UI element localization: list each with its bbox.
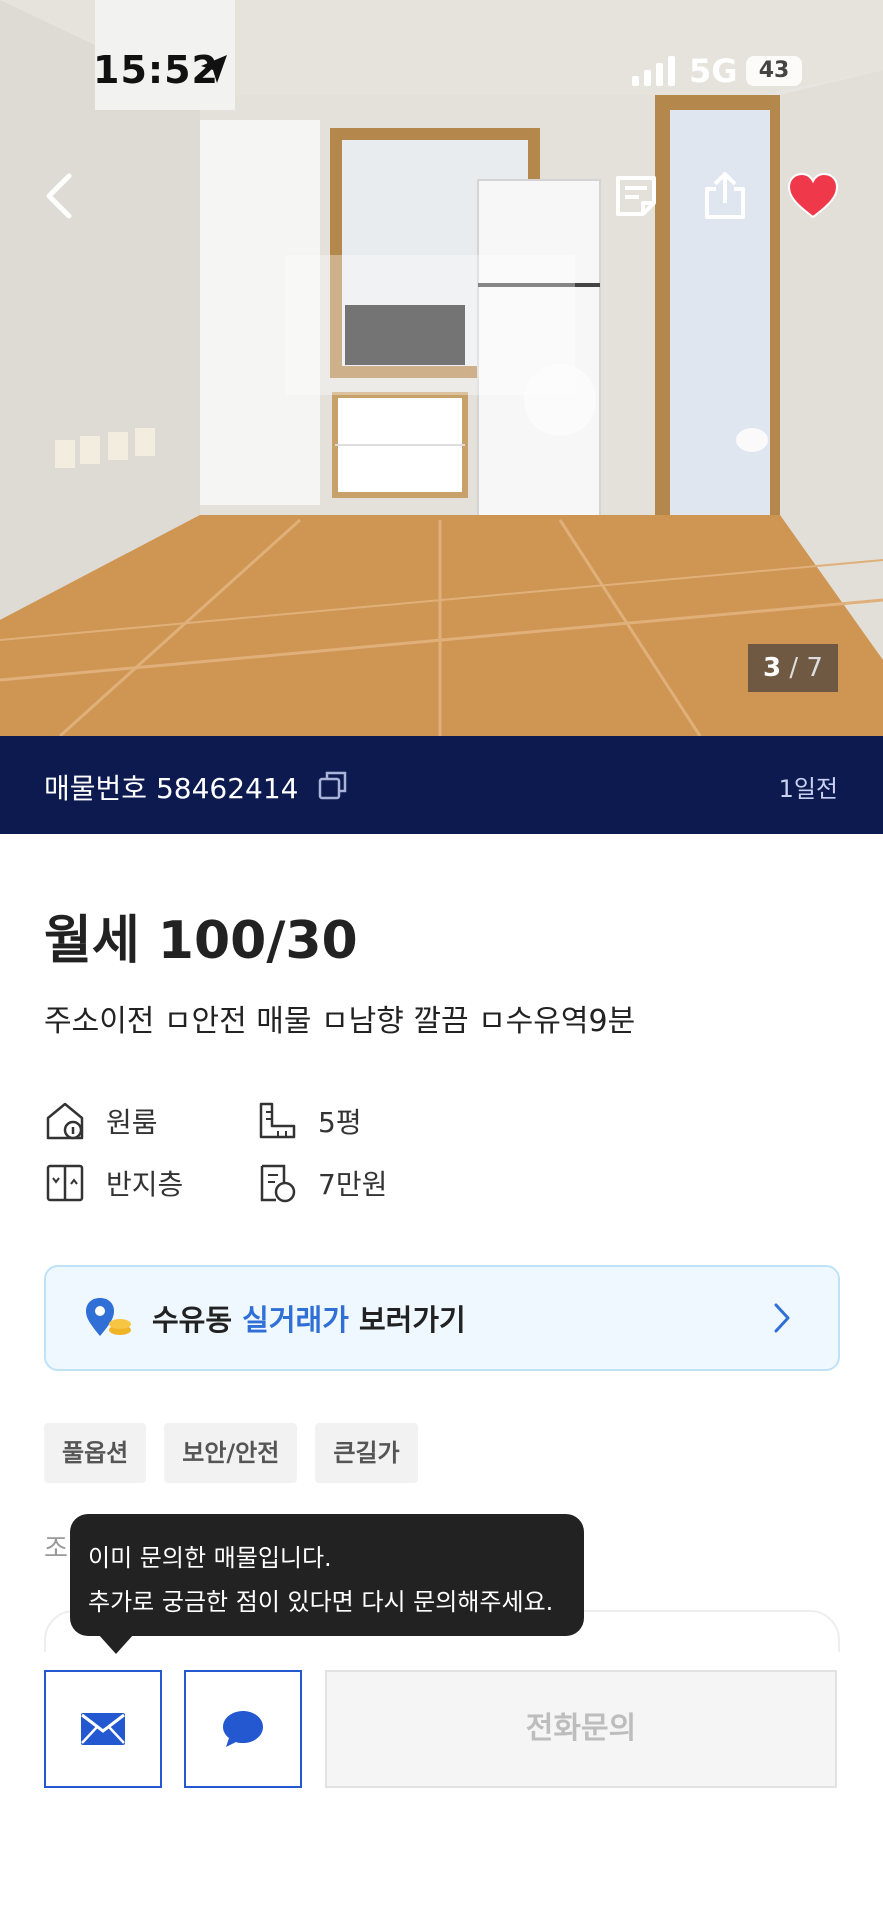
tooltip-tail: [98, 1634, 134, 1654]
chevron-right-icon: [774, 1303, 790, 1333]
photo-counter-separator: /: [789, 653, 799, 683]
tag-security: 보안/안전: [164, 1423, 298, 1483]
memo-button[interactable]: [608, 168, 664, 224]
favorite-button[interactable]: [785, 168, 841, 224]
house-info-icon: [46, 1102, 84, 1140]
back-button[interactable]: [30, 168, 86, 224]
banner-suffix: 보러가기: [359, 1303, 466, 1337]
floor-plan-icon: [259, 1102, 296, 1139]
location-arrow-icon: [201, 55, 227, 83]
status-bar: 15:52 5G 43: [0, 0, 883, 150]
listing-number: 매물번호 58462414: [44, 772, 299, 805]
floor-level-icon: [46, 1164, 84, 1202]
feature-tags: 풀옵션 보안/안전 큰길가: [44, 1423, 418, 1483]
banner-highlight: 실거래가: [242, 1303, 349, 1337]
posted-time: 1일전: [778, 775, 838, 803]
phone-inquiry-button[interactable]: 전화문의: [325, 1670, 837, 1788]
spec-maintenance-fee-label: 7만원: [318, 1168, 388, 1201]
battery-icon: 43: [746, 56, 802, 86]
photo-counter-total: 7: [806, 653, 823, 683]
listing-info-bar: 매물번호 58462414 1일전: [0, 736, 883, 834]
spec-maintenance-fee: 7만원: [256, 1162, 387, 1204]
tooltip-line-1: 이미 문의한 매물입니다.: [88, 1544, 332, 1572]
spec-room-type: 원룸: [44, 1100, 158, 1142]
spec-floor-label: 반지층: [106, 1168, 184, 1201]
chevron-left-icon: [46, 173, 72, 219]
memo-icon: [616, 176, 656, 216]
spec-area-label: 5평: [318, 1106, 362, 1139]
banner-area: 수유동: [152, 1303, 233, 1337]
envelope-icon: [81, 1713, 125, 1745]
chat-bubble-icon: [223, 1711, 263, 1747]
share-icon: [705, 172, 745, 219]
already-inquired-tooltip: 이미 문의한 매물입니다. 추가로 궁금한 점이 있다면 다시 문의해주세요.: [70, 1514, 584, 1654]
listing-price: 월세 100/30: [44, 911, 358, 971]
tag-main-road: 큰길가: [315, 1423, 418, 1483]
heart-icon: [787, 173, 839, 219]
spec-room-type-label: 원룸: [106, 1106, 158, 1139]
chat-button[interactable]: [184, 1670, 302, 1788]
maintenance-fee-icon: [260, 1164, 296, 1203]
map-pin-coin-icon: [86, 1298, 131, 1336]
copy-icon[interactable]: [318, 770, 348, 800]
tooltip-line-2: 추가로 궁금한 점이 있다면 다시 문의해주세요.: [88, 1588, 554, 1616]
message-button[interactable]: [44, 1670, 162, 1788]
signal-icon: [632, 56, 675, 86]
transaction-price-banner[interactable]: 수유동 실거래가 보러가기: [44, 1265, 840, 1371]
tag-full-option: 풀옵션: [44, 1423, 147, 1483]
bottom-action-bar: 전화문의: [0, 1652, 883, 1920]
photo-counter-current: 3: [763, 653, 782, 683]
section-label-partial: 조: [44, 1534, 68, 1564]
spec-area: 5평: [256, 1100, 362, 1142]
network-type: 5G: [689, 52, 738, 90]
spec-floor: 반지층: [44, 1162, 183, 1204]
listing-photo[interactable]: 15:52 5G 43 3 / 7: [0, 0, 883, 736]
share-button[interactable]: [697, 168, 753, 224]
listing-subtitle: 주소이전 ㅁ안전 매물 ㅁ남향 깔끔 ㅁ수유역9분: [44, 1004, 636, 1039]
photo-counter: 3 / 7: [748, 644, 838, 692]
